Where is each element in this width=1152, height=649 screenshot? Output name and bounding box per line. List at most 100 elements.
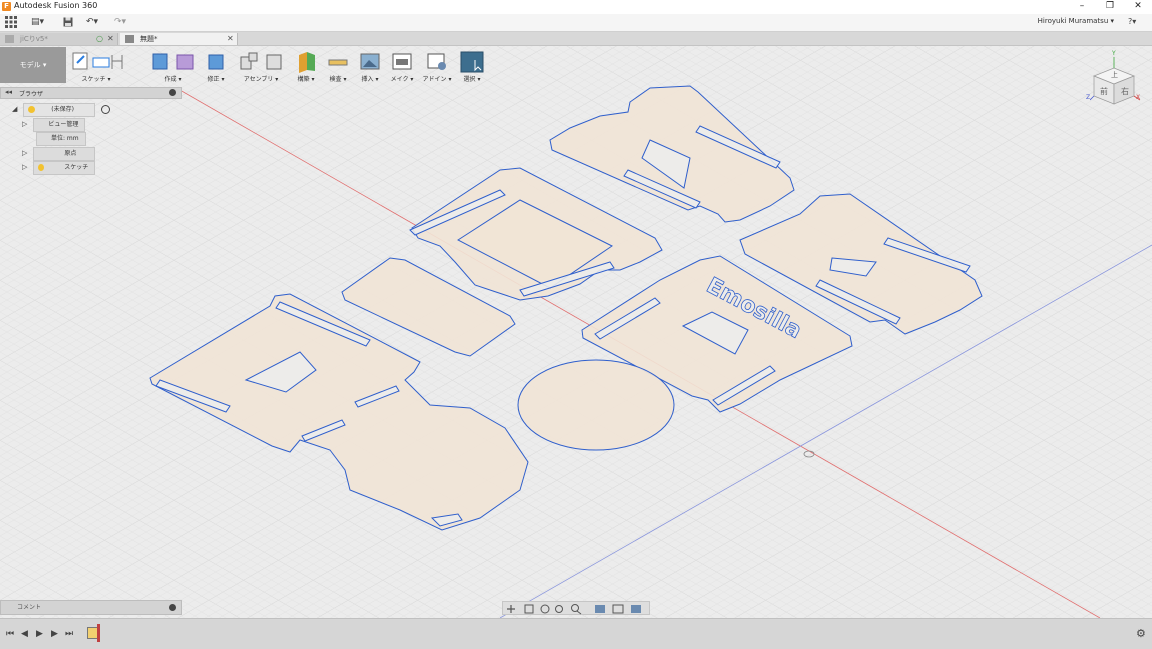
tab-label: 無題* <box>140 35 158 43</box>
pan-hand-icon[interactable] <box>539 602 553 616</box>
grid-settings-icon[interactable] <box>611 602 627 616</box>
workspace-switcher[interactable]: モデル ▾ <box>0 47 66 83</box>
insert-menu[interactable]: 挿入 ▾ <box>356 48 384 84</box>
minimize-button[interactable]: – <box>1068 0 1096 14</box>
application-bar: ▤▾ ↶▾ ↷▾ Hiroyuki Muramatsu ▾ ?▾ <box>0 14 1152 32</box>
addins-menu-label: アドイン ▾ <box>422 76 452 83</box>
browser-item-origin[interactable]: ▷ 原点 <box>22 147 96 161</box>
circle-profile[interactable] <box>517 359 675 451</box>
fusion-logo: F <box>2 2 11 11</box>
browser-item-view-management[interactable]: ▷ ビュー管理 <box>22 118 86 132</box>
display-settings-icon[interactable] <box>593 602 609 616</box>
document-icon <box>125 35 134 43</box>
step-back-icon[interactable]: ◀ <box>21 629 28 639</box>
redo-icon[interactable]: ↷▾ <box>114 15 126 29</box>
modify-menu[interactable]: 修正 ▾ <box>202 48 230 84</box>
root-label: (未保存) <box>51 106 74 113</box>
activate-radio-icon[interactable] <box>101 105 111 114</box>
look-at-icon[interactable] <box>523 602 537 616</box>
timeline-marker[interactable] <box>97 624 100 642</box>
inspect-menu-label: 検査 ▾ <box>329 76 347 83</box>
lightbulb-icon[interactable] <box>28 106 36 113</box>
document-tabs: jiCりv5* ○ ✕ 無題* ✕ <box>0 32 1152 46</box>
title-bar: F Autodesk Fusion 360 – ❐ ✕ <box>0 0 1152 15</box>
viewcube-top-face[interactable]: 上 <box>1111 70 1118 80</box>
expand-icon[interactable]: ▷ <box>22 149 27 157</box>
orbit-icon[interactable] <box>503 602 521 616</box>
browser-panel-header[interactable]: ◂◂ ブラウザ <box>0 87 182 99</box>
play-icon[interactable]: ▶ <box>36 629 43 639</box>
root-component[interactable]: (未保存) <box>23 103 96 117</box>
sketch-menu[interactable]: スケッチ ▾ <box>68 48 124 84</box>
expand-icon[interactable]: ▷ <box>22 163 27 171</box>
viewports-icon[interactable] <box>629 602 647 616</box>
construct-menu[interactable]: 構築 ▾ <box>292 48 320 84</box>
settings-gear-icon[interactable]: ⚙ <box>1136 627 1146 640</box>
sketch-menu-label: スケッチ ▾ <box>81 76 111 83</box>
tab-jicrv5[interactable]: jiCりv5* ○ ✕ <box>0 33 118 45</box>
item-label: ビュー管理 <box>48 121 79 128</box>
x-axis-label: X <box>1136 94 1141 101</box>
add-comment-icon[interactable] <box>169 604 176 611</box>
lightbulb-icon[interactable] <box>38 164 45 171</box>
y-axis-label: Y <box>1112 50 1116 57</box>
undo-icon[interactable]: ↶▾ <box>86 15 98 29</box>
select-menu[interactable]: 選択 ▾ <box>458 48 486 84</box>
window-title: Autodesk Fusion 360 <box>14 1 98 10</box>
item-label: スケッチ <box>64 164 89 171</box>
make-menu-label: メイク ▾ <box>390 76 414 83</box>
timeline-bar: ⏮ ◀ ▶ ▶ ⏭ ⚙ <box>0 618 1152 649</box>
user-account-menu[interactable]: Hiroyuki Muramatsu ▾ <box>1038 17 1114 25</box>
go-to-end-icon[interactable]: ⏭ <box>65 629 73 639</box>
make-menu[interactable]: メイク ▾ <box>388 48 416 84</box>
create-menu-label: 作成 ▾ <box>164 76 182 83</box>
browser-item-units[interactable]: 単位: mm <box>36 132 86 146</box>
design-canvas[interactable]: Emosilla <box>0 46 1152 619</box>
sketches-node[interactable]: スケッチ <box>33 161 96 175</box>
help-icon[interactable]: ?▾ <box>1128 15 1136 29</box>
navigation-bar <box>502 601 650 615</box>
browser-options-icon[interactable] <box>169 89 176 96</box>
comments-panel[interactable]: コメント <box>0 600 182 615</box>
viewcube[interactable]: 上 前 右 Y X Z <box>1086 50 1142 106</box>
select-menu-label: 選択 ▾ <box>463 76 481 83</box>
sync-status-icon: ○ <box>96 34 103 43</box>
save-icon[interactable] <box>63 17 73 27</box>
folder-node[interactable]: ビュー管理 <box>33 118 86 132</box>
close-window-button[interactable]: ✕ <box>1124 0 1152 14</box>
document-icon <box>5 35 14 43</box>
units-node[interactable]: 単位: mm <box>36 132 86 146</box>
tab-label: jiCりv5* <box>20 35 48 43</box>
item-label: 単位: mm <box>51 135 79 142</box>
browser-title: ブラウザ <box>19 91 44 98</box>
viewcube-right-face[interactable]: 右 <box>1121 86 1129 97</box>
viewcube-front-face[interactable]: 前 <box>1100 86 1108 97</box>
origin-node[interactable]: 原点 <box>33 147 96 161</box>
close-tab-button[interactable]: ✕ <box>227 33 234 45</box>
fit-zoom-icon[interactable] <box>571 602 587 616</box>
canvas-viewport[interactable]: Emosilla <box>0 46 1152 619</box>
item-label: 原点 <box>64 150 77 157</box>
browser-root-node[interactable]: ◢ (未保存) <box>12 103 111 117</box>
expand-root-icon[interactable]: ◢ <box>12 105 17 113</box>
step-forward-icon[interactable]: ▶ <box>51 629 58 639</box>
insert-menu-label: 挿入 ▾ <box>361 76 379 83</box>
assemble-menu[interactable]: アセンブリ ▾ <box>234 48 288 84</box>
inspect-menu[interactable]: 検査 ▾ <box>324 48 352 84</box>
z-axis-label: Z <box>1086 94 1091 101</box>
collapse-panel-icon[interactable]: ◂◂ <box>5 88 12 96</box>
file-menu-icon[interactable]: ▤▾ <box>31 15 44 29</box>
go-to-start-icon[interactable]: ⏮ <box>6 629 14 639</box>
expand-icon[interactable]: ▷ <box>22 120 27 128</box>
modify-menu-label: 修正 ▾ <box>207 76 225 83</box>
browser-item-sketches[interactable]: ▷ スケッチ <box>22 161 96 175</box>
create-menu[interactable]: 作成 ▾ <box>148 48 198 84</box>
data-panel-grid-icon[interactable] <box>5 16 17 28</box>
addins-menu[interactable]: アドイン ▾ <box>420 48 454 84</box>
zoom-icon[interactable] <box>555 602 569 616</box>
restore-button[interactable]: ❐ <box>1096 0 1124 14</box>
comments-label: コメント <box>17 604 42 611</box>
close-tab-button[interactable]: ✕ <box>107 33 114 45</box>
construct-menu-label: 構築 ▾ <box>297 76 315 83</box>
tab-untitled[interactable]: 無題* ✕ <box>120 33 238 45</box>
